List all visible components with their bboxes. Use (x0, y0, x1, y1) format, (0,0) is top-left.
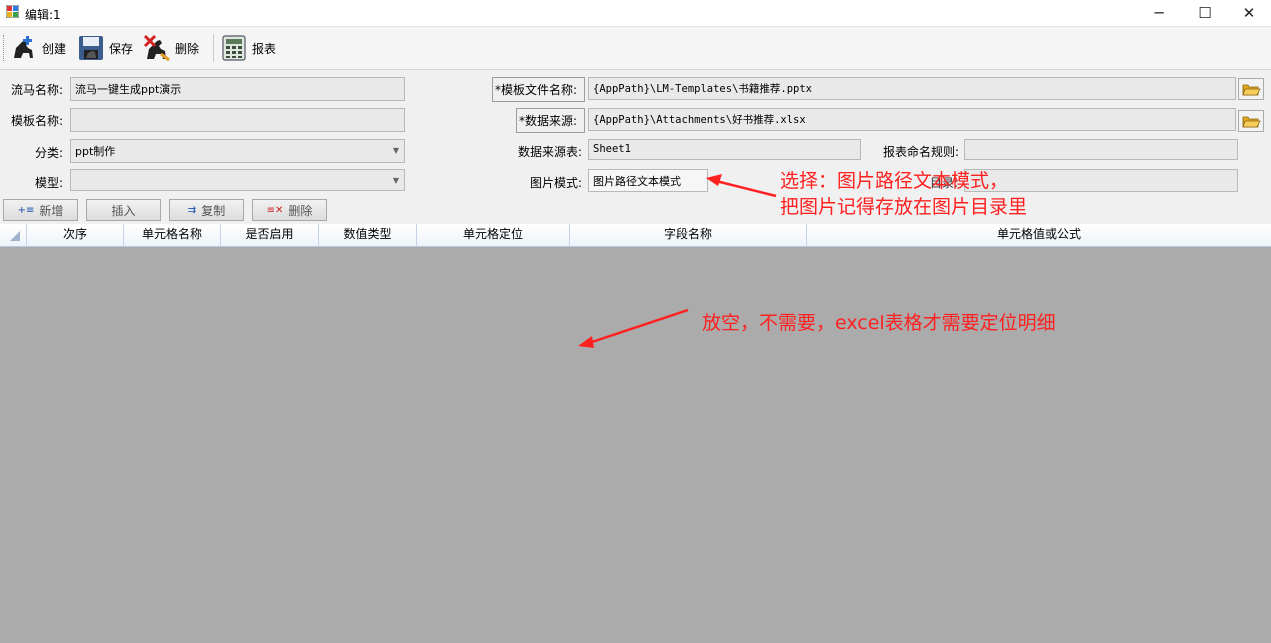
annotation-arrow (706, 174, 777, 198)
annotation-arrow (578, 308, 689, 348)
annotation-arrows (578, 174, 777, 348)
